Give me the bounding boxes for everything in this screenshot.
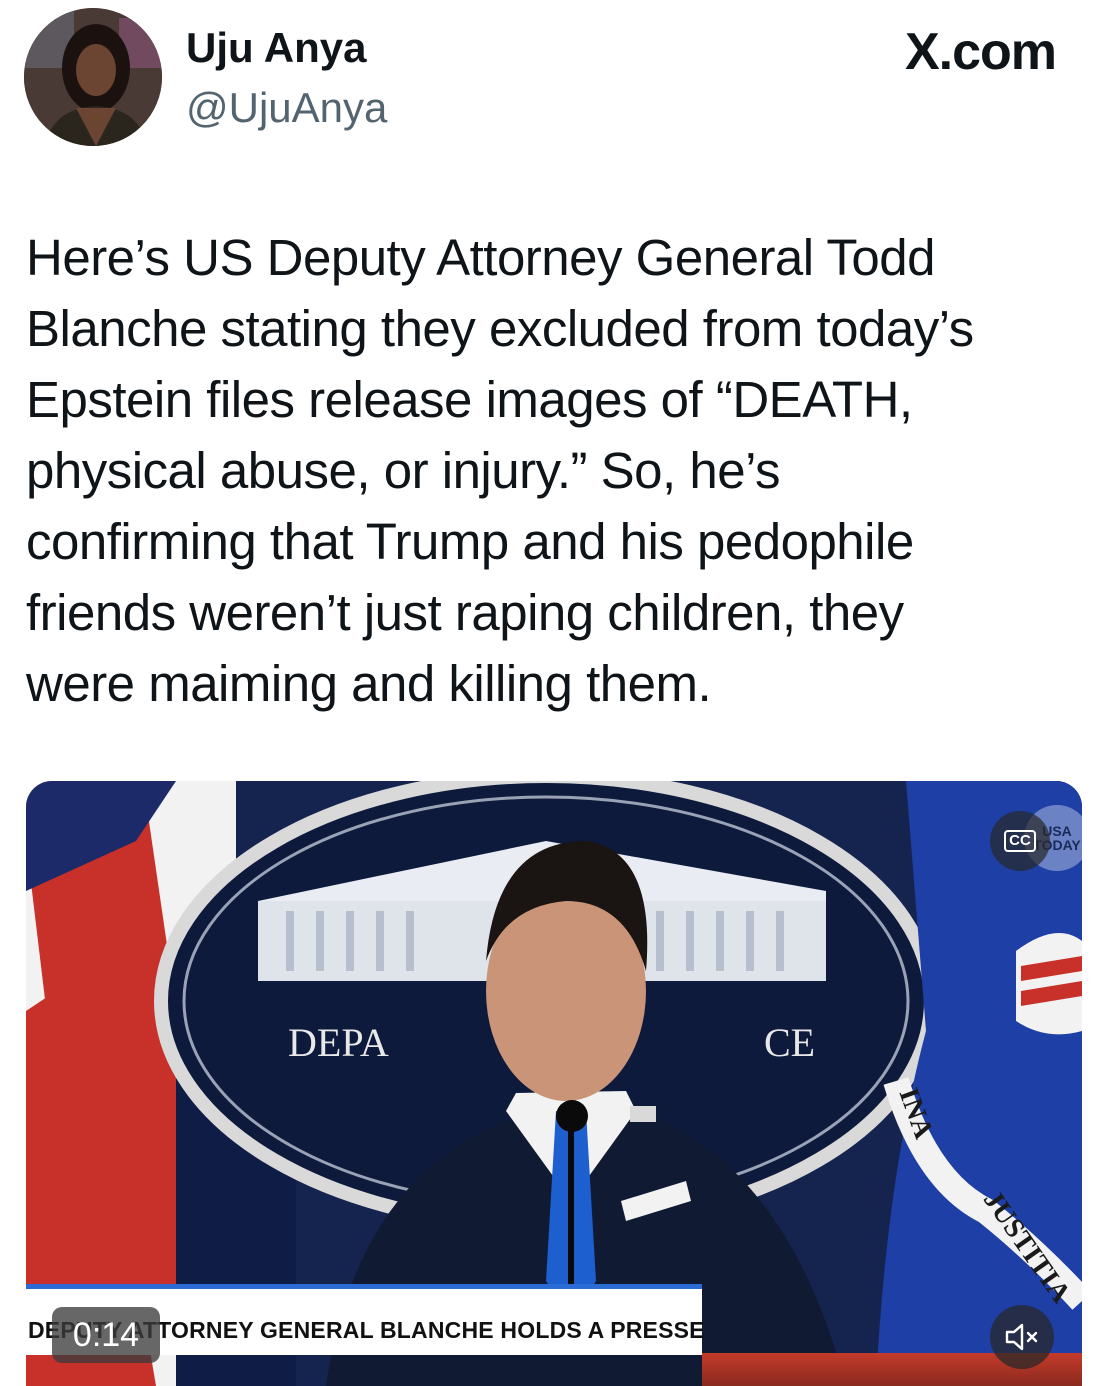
tweet-text: Here’s US Deputy Attorney General Todd B… [26, 229, 974, 712]
mute-button[interactable] [990, 1305, 1054, 1369]
avatar[interactable] [24, 8, 162, 146]
speaker-muted-icon [1005, 1323, 1038, 1351]
video-timestamp: 0:14 [52, 1307, 160, 1363]
avatar-photo [24, 8, 162, 146]
closed-captions-button[interactable]: CC [990, 811, 1050, 871]
user-handle[interactable]: @UjuAnya [186, 82, 387, 134]
site-label: X.com [904, 23, 1057, 81]
video-player[interactable]: DEPA CE INA JUSTITIA DEPUTY ATTORNEY GEN… [26, 781, 1082, 1386]
seal-text-left: DEPA [288, 1020, 389, 1065]
cc-icon: CC [1004, 830, 1036, 852]
seal-text-right: CE [764, 1020, 815, 1065]
display-name[interactable]: Uju Anya [186, 22, 366, 74]
